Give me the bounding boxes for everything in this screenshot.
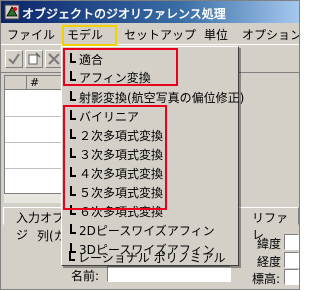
label-name: 名前:: [71, 269, 100, 283]
add-point-button[interactable]: [25, 50, 43, 68]
label-elevation: 標高:: [252, 272, 281, 286]
elevation-field[interactable]: [284, 269, 299, 285]
menu-file[interactable]: ファイル: [7, 26, 55, 43]
menu-item-2d-piecewise[interactable]: 2Dピースワイズアフィン: [64, 221, 236, 239]
highlight-box-top: [63, 48, 178, 86]
longitude-field[interactable]: [284, 252, 299, 268]
menu-model[interactable]: モデル: [67, 26, 103, 43]
add-point-icon: [28, 52, 41, 65]
delete-icon: [48, 53, 60, 65]
menu-options[interactable]: オプション: [242, 26, 299, 43]
radio-mark-icon: [70, 91, 76, 101]
check-icon: [8, 53, 20, 65]
grid-header-hash-label: #: [30, 76, 40, 89]
label-latitude: 緯度: [257, 237, 282, 251]
menu-setup[interactable]: セットアップ: [124, 26, 196, 43]
grid-corner: [5, 76, 27, 90]
menu-bar: ファイル モデル セットアップ 単位 オプション: [1, 23, 299, 45]
app-icon: [4, 4, 20, 20]
right-list-area: [241, 75, 299, 203]
window-title: オブジェクトのジオリファレンス処理: [22, 7, 226, 21]
menu-units[interactable]: 単位: [204, 26, 228, 43]
label-longitude: 経度: [257, 255, 282, 269]
name-field[interactable]: [107, 266, 231, 282]
menu-item-label: 2Dピースワイズアフィン: [79, 224, 215, 238]
radio-mark-icon: [70, 224, 76, 234]
radio-mark-icon: [69, 251, 75, 261]
menu-item-rational-polynomial[interactable]: レーショナル ポリノミアル: [63, 248, 235, 266]
menu-item-projective[interactable]: 射影変換(航空写真の偏位修正): [64, 88, 244, 106]
title-bar: オブジェクトのジオリファレンス処理: [1, 1, 299, 23]
menu-item-label: レーショナル ポリノミアル: [78, 251, 226, 265]
latitude-field[interactable]: [284, 234, 299, 250]
tab-reference[interactable]: リファレ: [237, 207, 299, 242]
menu-item-label: 射影変換(航空写真の偏位修正): [79, 91, 245, 105]
highlight-box-polynomials: [63, 105, 167, 210]
check-button[interactable]: [5, 50, 23, 68]
georeference-window: オブジェクトのジオリファレンス処理 ファイル モデル セットアップ 単位 オプシ…: [0, 0, 300, 290]
